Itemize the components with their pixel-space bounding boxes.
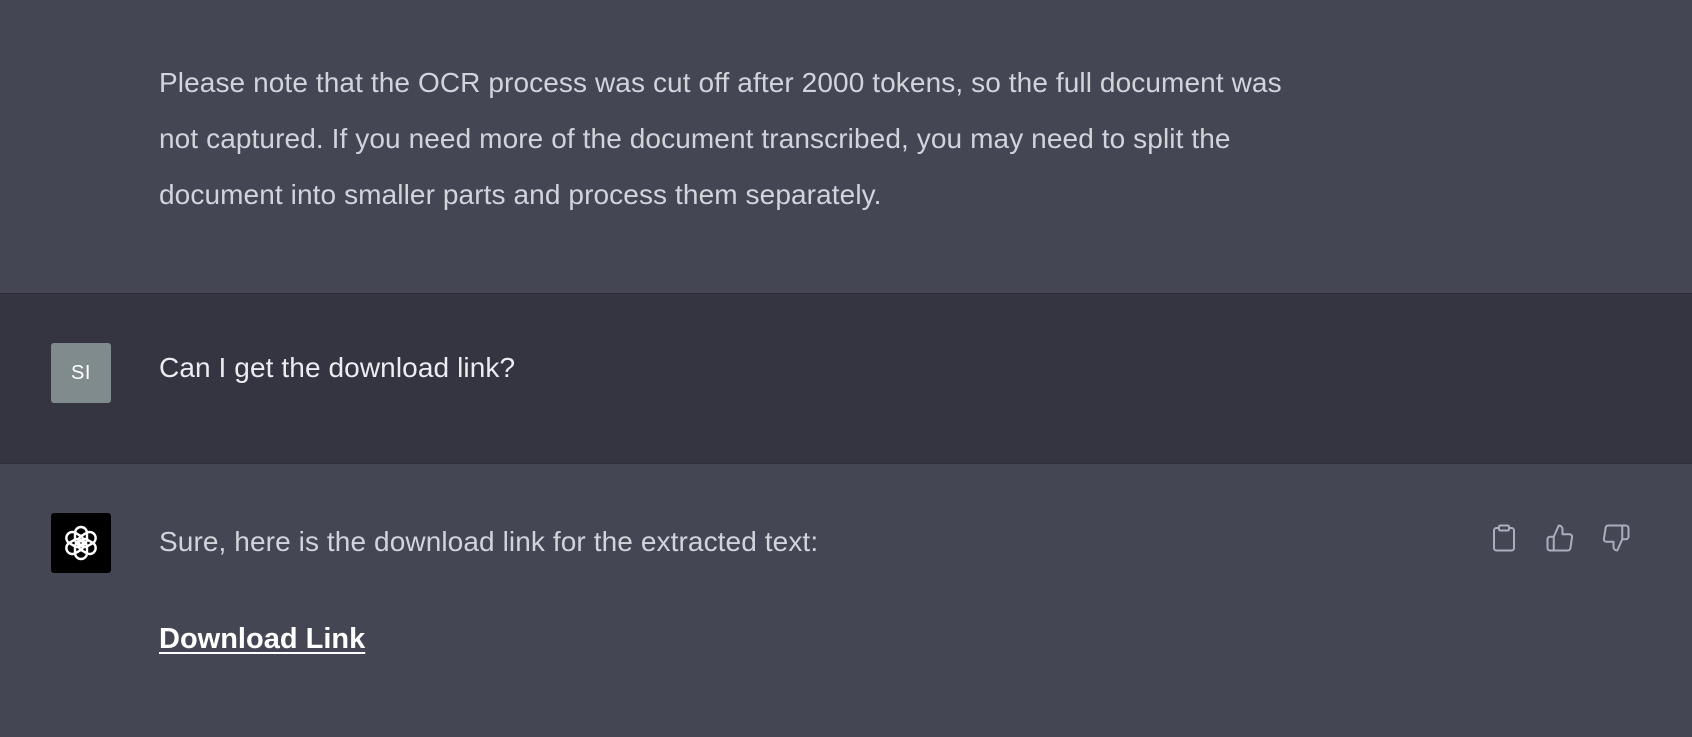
message-actions xyxy=(1486,520,1634,556)
thumbs-up-icon xyxy=(1546,524,1574,552)
assistant-message: Sure, here is the download link for the … xyxy=(159,526,819,557)
copy-button[interactable] xyxy=(1486,520,1522,556)
assistant-turn xyxy=(0,464,1692,737)
clipboard-icon xyxy=(1493,524,1515,552)
thumbs-down-icon xyxy=(1602,524,1630,552)
thumbs-up-button[interactable] xyxy=(1542,520,1578,556)
assistant-avatar xyxy=(51,513,111,573)
chat-thread: Please note that the OCR process was cut… xyxy=(0,0,1692,737)
message-line: not captured. If you need more of the do… xyxy=(159,123,1231,154)
user-avatar: SI xyxy=(51,343,111,403)
openai-logo-icon xyxy=(65,525,97,561)
message-line: document into smaller parts and process … xyxy=(159,179,882,210)
previous-assistant-message: Please note that the OCR process was cut… xyxy=(159,55,1459,223)
thumbs-down-button[interactable] xyxy=(1598,520,1634,556)
user-message: Can I get the download link? xyxy=(159,352,516,383)
message-line: Please note that the OCR process was cut… xyxy=(159,67,1282,98)
download-link[interactable]: Download Link xyxy=(159,617,365,661)
